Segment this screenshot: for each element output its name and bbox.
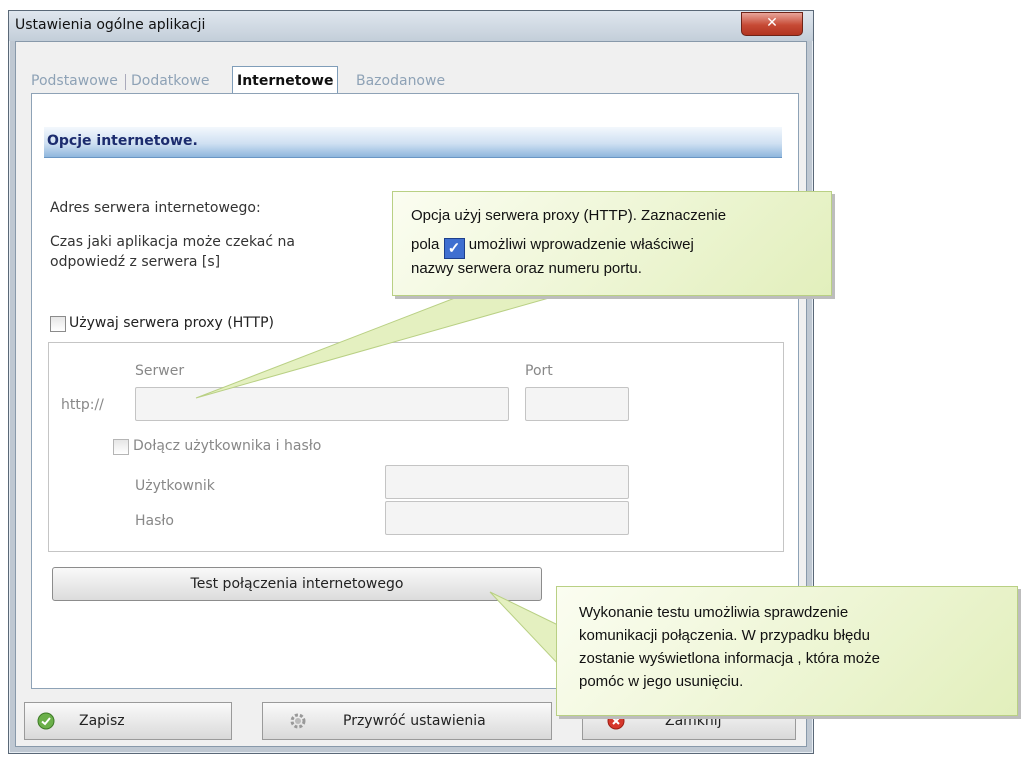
- test-help-line3: zostanie wyświetlona informacja , która …: [579, 650, 880, 667]
- proxy-help-line2-pre: pola: [411, 236, 440, 253]
- proxy-callout-pointer: [195, 295, 557, 399]
- proxy-help-callout: Opcja użyj serwera proxy (HTTP). Zaznacz…: [392, 191, 832, 296]
- test-help-callout: Wykonanie testu umożliwia sprawdzenie ko…: [556, 586, 1018, 716]
- test-help-line2: komunikacji połączenia. W przypadku błęd…: [579, 627, 870, 644]
- test-callout-pointer: [489, 591, 561, 668]
- checked-checkbox-icon: ✓: [443, 238, 465, 259]
- proxy-help-line2-post: umożliwi wprowadzenie właściwej: [468, 236, 694, 253]
- test-help-line4: pomóc w jego usunięciu.: [579, 673, 744, 690]
- test-help-line1: Wykonanie testu umożliwia sprawdzenie: [579, 604, 849, 621]
- proxy-help-line3: nazwy serwera oraz numeru portu.: [411, 260, 642, 277]
- proxy-help-line1: Opcja użyj serwera proxy (HTTP). Zaznacz…: [411, 207, 727, 224]
